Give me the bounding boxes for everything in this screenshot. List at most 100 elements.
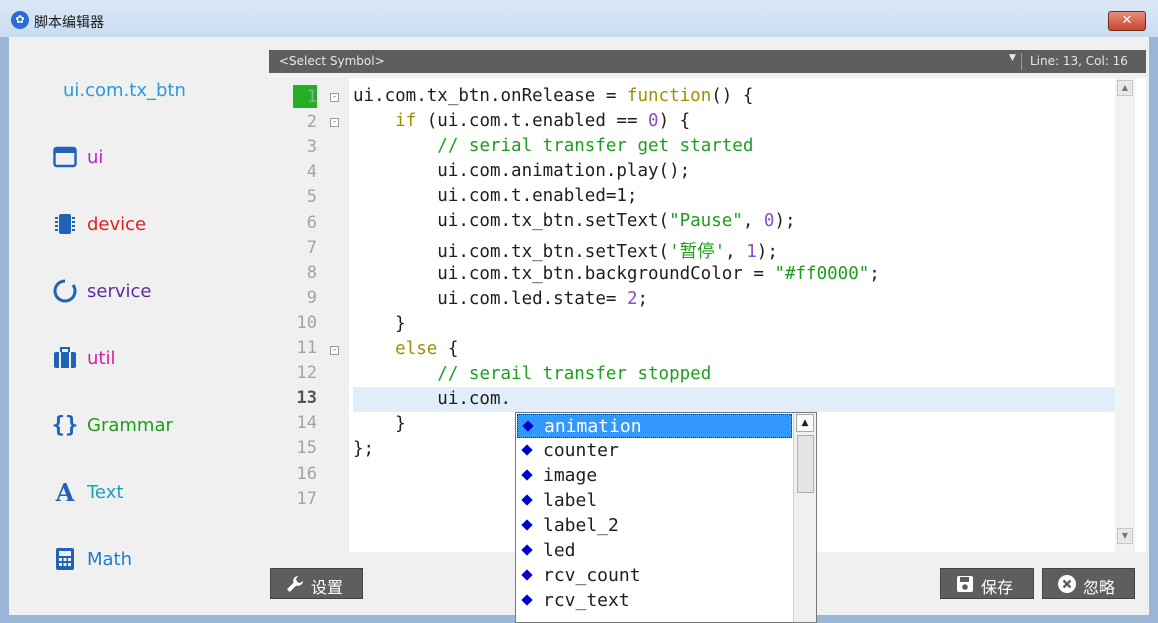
sidebar-item-label: Math [87,549,133,570]
line-number: 16 [296,463,317,484]
diamond-icon [521,569,533,581]
line-number: 11 [296,338,317,358]
code-line: if (ui.com.t.enabled == 0) { [395,111,691,131]
chevron-down-icon[interactable]: ▼ [1009,53,1016,63]
autocomplete-item[interactable]: animation [517,414,792,438]
close-button[interactable]: ✕ [1108,11,1146,31]
code-line: ui.com.animation.play(); [353,161,691,181]
scroll-down-button[interactable]: ▼ [1117,528,1133,544]
sidebar: ui.com.tx_btn ui device service util {} … [9,37,264,615]
settings-button[interactable]: 设置 [270,568,363,599]
diamond-icon [521,519,533,531]
code-line: ui.com.tx_btn.setText("Pause", 0); [353,211,796,231]
code-line: ui.com.tx_btn.onRelease = function() { [353,86,754,106]
calculator-icon [51,545,79,573]
autocomplete-item[interactable]: led [517,539,792,563]
title-bar[interactable]: ✿ 脚本编辑器 ✕ [0,0,1158,37]
autocomplete-item[interactable]: rcv_text [517,589,792,613]
autocomplete-item-label: rcv_count [543,565,641,586]
sidebar-header[interactable]: ui.com.tx_btn [63,80,186,101]
sidebar-item-label: service [87,281,152,302]
scroll-up-button[interactable]: ▲ [796,414,814,432]
chip-icon [51,210,79,238]
autocomplete-item[interactable]: counter [517,439,792,463]
code-line: else { [395,339,459,359]
autocomplete-scrollbar[interactable]: ▲ [793,413,816,622]
sidebar-item-label: device [87,214,147,235]
line-number: 6 [306,212,317,233]
symbol-select[interactable]: <Select Symbol> [279,54,385,68]
settings-button-label: 设置 [311,578,344,597]
scroll-up-button[interactable]: ▲ [1117,80,1133,96]
autocomplete-item-label: rcv_text [543,590,630,611]
cursor-position: Line: 13, Col: 16 [1030,54,1128,68]
line-number: 15 [296,438,317,459]
code-line: // serail transfer stopped [437,364,712,384]
autocomplete-popup[interactable]: animation counter image label label_2led rcv_… [515,412,817,623]
autocomplete-item[interactable]: rcv_count [517,564,792,588]
window-title: 脚本编辑器 [34,15,104,31]
ring-icon [51,277,79,305]
autocomplete-item[interactable]: label [517,489,792,513]
sidebar-item-label: Text [87,482,124,503]
line-number: 2 [306,112,317,133]
autocomplete-item-label: image [543,465,598,486]
close-circle-icon [1058,575,1076,593]
autocomplete-item[interactable]: label_2 [517,514,792,538]
ignore-button-label: 忽略 [1083,578,1116,597]
ignore-button[interactable]: 忽略 [1042,568,1135,599]
code-line: } [353,314,406,334]
autocomplete-item-label: animation [544,416,642,437]
diamond-icon [521,469,533,481]
autocomplete-item-label: label_2 [543,515,619,536]
sidebar-item-label: ui [87,147,104,168]
autocomplete-item-label: counter [543,440,619,461]
script-editor-window: ✿ 脚本编辑器 ✕ ui.com.tx_btn ui device servic… [0,0,1158,623]
floppy-disk-icon [957,576,973,592]
line-number: 1 [306,87,317,107]
line-number: 13 [296,388,317,409]
line-number: 14 [296,413,317,434]
line-number: 10 [296,312,317,333]
autocomplete-item-label: label [543,490,598,511]
save-button[interactable]: 保存 [940,568,1034,599]
autocomplete-item[interactable]: image [517,464,792,488]
diamond-icon [521,544,533,556]
sidebar-item-label: Grammar [87,415,173,436]
line-number: 8 [306,262,317,283]
line-number: 12 [296,363,317,384]
line-number: 5 [306,187,317,208]
line-number: 7 [306,237,317,258]
code-line: ui.com. [353,389,512,409]
fold-toggle[interactable]: - [330,118,339,127]
fold-toggle[interactable]: - [330,93,339,102]
code-line: ui.com.tx_btn.backgroundColor = "#ff0000… [353,264,880,284]
save-button-label: 保存 [981,578,1014,597]
briefcase-icon [51,344,79,372]
scroll-thumb[interactable] [797,435,814,493]
code-line: // serial transfer get started [437,136,754,156]
diamond-icon [521,444,533,456]
code-line: } [353,414,406,434]
app-icon: ✿ [11,11,29,29]
letter-a-icon: A [55,477,75,507]
code-line: ui.com.tx_btn.setText('暂停', 1); [353,242,778,262]
fold-toggle[interactable]: - [330,346,339,355]
line-number: 9 [306,287,317,308]
code-line: ui.com.t.enabled=1; [353,186,638,206]
line-number: 4 [306,162,317,183]
window-icon [51,143,79,171]
diamond-icon [522,420,534,432]
line-number: 3 [306,137,317,158]
divider [1021,53,1022,70]
code-line: ui.com.led.state= 2; [353,289,649,309]
diamond-icon [521,594,533,606]
vertical-scrollbar[interactable]: ▲ ▼ [1115,78,1135,552]
code-line: }; [353,439,375,459]
line-number: 17 [296,488,317,509]
diamond-icon [521,494,533,506]
sidebar-item-label: util [87,348,116,369]
symbol-bar: <Select Symbol> ▼ Line: 13, Col: 16 [269,50,1146,73]
wrench-icon [287,576,303,592]
autocomplete-item-label: led [543,540,576,561]
